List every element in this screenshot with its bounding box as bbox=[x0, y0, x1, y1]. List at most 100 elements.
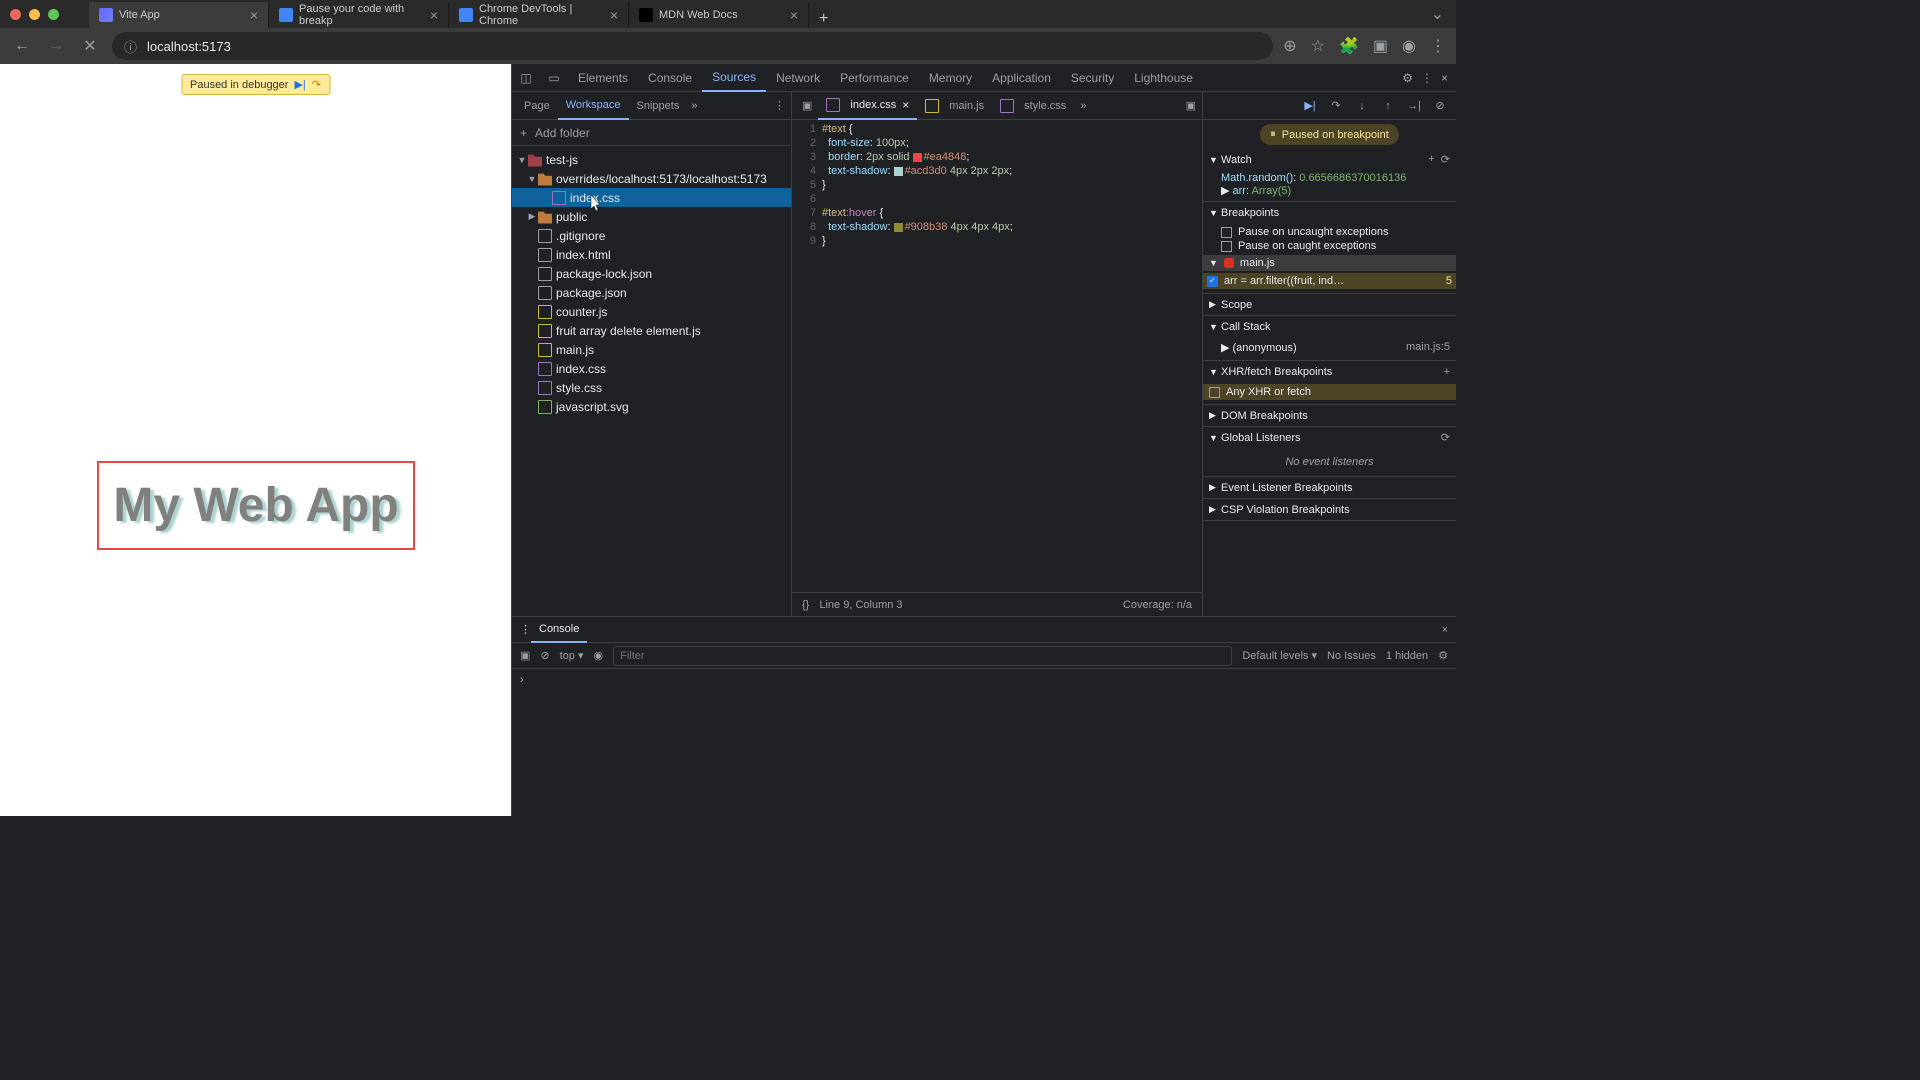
pause-uncaught-checkbox[interactable]: Pause on uncaught exceptions bbox=[1221, 225, 1450, 239]
tree-file[interactable]: javascript.svg bbox=[512, 397, 791, 416]
step-into-button[interactable]: ↓ bbox=[1354, 98, 1370, 114]
tab-network[interactable]: Network bbox=[766, 64, 830, 92]
editor-tab-active[interactable]: index.css × bbox=[818, 92, 917, 120]
tab-sources[interactable]: Sources bbox=[702, 64, 766, 92]
toggle-navigator-icon[interactable]: ▣ bbox=[796, 99, 818, 112]
close-drawer-icon[interactable]: × bbox=[1442, 624, 1448, 636]
tree-file[interactable]: .gitignore bbox=[512, 226, 791, 245]
browser-tab[interactable]: Pause your code with breakp × bbox=[269, 2, 449, 28]
zoom-icon[interactable]: ⊕ bbox=[1283, 36, 1296, 56]
subtab-workspace[interactable]: Workspace bbox=[558, 92, 629, 120]
step-out-button[interactable]: ↑ bbox=[1380, 98, 1396, 114]
tree-folder-overrides[interactable]: ▼overrides/localhost:5173/localhost:5173 bbox=[512, 169, 791, 188]
issues-badge[interactable]: No Issues bbox=[1327, 650, 1376, 662]
code-content[interactable]: #text { font-size: 100px; border: 2px so… bbox=[822, 122, 1202, 592]
close-tab-icon[interactable]: × bbox=[610, 7, 618, 23]
xhr-header[interactable]: ▼XHR/fetch Breakpoints+ bbox=[1203, 361, 1456, 382]
close-tab-icon[interactable]: × bbox=[790, 7, 798, 23]
subtab-menu-icon[interactable]: ⋮ bbox=[774, 99, 785, 112]
device-icon[interactable]: ▭ bbox=[540, 71, 568, 85]
any-xhr-checkbox[interactable]: Any XHR or fetch bbox=[1203, 384, 1456, 400]
dom-header[interactable]: ▶DOM Breakpoints bbox=[1203, 405, 1456, 426]
step-button[interactable]: →| bbox=[1406, 98, 1422, 114]
tree-folder-public[interactable]: ▶public bbox=[512, 207, 791, 226]
minimize-window-button[interactable] bbox=[29, 9, 40, 20]
back-button[interactable]: ← bbox=[10, 34, 34, 58]
tab-application[interactable]: Application bbox=[982, 64, 1061, 92]
code-editor[interactable]: 123456789 #text { font-size: 100px; bord… bbox=[792, 120, 1202, 592]
breakpoint-line[interactable]: arr = arr.filter((fruit, ind…5 bbox=[1203, 273, 1456, 289]
tree-folder-root[interactable]: ▼test-js bbox=[512, 150, 791, 169]
close-tab-icon[interactable]: × bbox=[250, 7, 258, 23]
extensions-icon[interactable]: 🧩 bbox=[1339, 36, 1359, 56]
tab-memory[interactable]: Memory bbox=[919, 64, 982, 92]
tree-file-selected[interactable]: index.css bbox=[512, 188, 791, 207]
tree-file[interactable]: main.js bbox=[512, 340, 791, 359]
settings-icon[interactable]: ⚙ bbox=[1402, 71, 1413, 85]
new-tab-button[interactable]: + bbox=[809, 10, 838, 28]
close-tab-icon[interactable]: × bbox=[902, 98, 909, 112]
tree-file[interactable]: package-lock.json bbox=[512, 264, 791, 283]
add-folder-button[interactable]: + Add folder bbox=[512, 120, 791, 146]
console-body[interactable]: › bbox=[512, 669, 1456, 816]
more-icon[interactable]: ⋮ bbox=[1421, 71, 1433, 85]
tree-file[interactable]: package.json bbox=[512, 283, 791, 302]
live-expression-icon[interactable]: ◉ bbox=[594, 649, 604, 662]
step-icon[interactable]: ↷ bbox=[312, 78, 321, 91]
inspect-icon[interactable]: ◫ bbox=[512, 71, 540, 85]
tab-elements[interactable]: Elements bbox=[568, 64, 638, 92]
profile-icon[interactable]: ◉ bbox=[1402, 36, 1416, 56]
forward-button[interactable]: → bbox=[44, 34, 68, 58]
watch-header[interactable]: ▼Watch+⟳ bbox=[1203, 149, 1456, 170]
tab-security[interactable]: Security bbox=[1061, 64, 1124, 92]
tab-performance[interactable]: Performance bbox=[830, 64, 919, 92]
console-filter-input[interactable] bbox=[613, 646, 1232, 666]
add-watch-icon[interactable]: + bbox=[1428, 153, 1434, 166]
close-tab-icon[interactable]: × bbox=[430, 7, 438, 23]
editor-more-icon[interactable]: ▣ bbox=[1180, 99, 1202, 112]
context-select[interactable]: top ▾ bbox=[560, 649, 584, 662]
breakpoint-file-header[interactable]: ▼main.js bbox=[1203, 255, 1456, 271]
format-icon[interactable]: {} bbox=[802, 599, 809, 611]
refresh-watch-icon[interactable]: ⟳ bbox=[1441, 153, 1450, 166]
reload-button[interactable]: ✕ bbox=[78, 34, 102, 58]
browser-tab-vite[interactable]: Vite App × bbox=[89, 2, 269, 28]
console-settings-icon[interactable]: ⚙ bbox=[1438, 649, 1448, 662]
tab-lighthouse[interactable]: Lighthouse bbox=[1124, 64, 1203, 92]
browser-tab[interactable]: MDN Web Docs × bbox=[629, 2, 809, 28]
maximize-window-button[interactable] bbox=[48, 9, 59, 20]
tree-file[interactable]: style.css bbox=[512, 378, 791, 397]
tree-file[interactable]: index.css bbox=[512, 359, 791, 378]
address-bar[interactable]: ⓘ localhost:5173 bbox=[112, 32, 1273, 60]
deactivate-breakpoints-button[interactable]: ⊘ bbox=[1432, 98, 1448, 114]
tree-file[interactable]: counter.js bbox=[512, 302, 791, 321]
breakpoints-header[interactable]: ▼Breakpoints bbox=[1203, 202, 1456, 223]
log-levels-dropdown[interactable]: Default levels ▾ bbox=[1242, 649, 1317, 662]
menu-icon[interactable]: ⋮ bbox=[1430, 36, 1446, 56]
site-info-icon[interactable]: ⓘ bbox=[124, 37, 137, 56]
console-sidebar-icon[interactable]: ▣ bbox=[520, 649, 530, 662]
subtab-overflow-icon[interactable]: » bbox=[691, 100, 697, 112]
clear-console-icon[interactable]: ⊘ bbox=[540, 649, 549, 662]
close-devtools-icon[interactable]: × bbox=[1441, 71, 1448, 85]
tab-console[interactable]: Console bbox=[638, 64, 702, 92]
subtab-snippets[interactable]: Snippets bbox=[629, 92, 688, 120]
tree-file[interactable]: fruit array delete element.js bbox=[512, 321, 791, 340]
tree-file[interactable]: index.html bbox=[512, 245, 791, 264]
editor-overflow-icon[interactable]: » bbox=[1074, 100, 1092, 112]
side-panel-icon[interactable]: ▣ bbox=[1373, 36, 1388, 56]
browser-tab[interactable]: Chrome DevTools | Chrome × bbox=[449, 2, 629, 28]
csp-header[interactable]: ▶CSP Violation Breakpoints bbox=[1203, 499, 1456, 520]
editor-tab[interactable]: main.js bbox=[917, 92, 992, 120]
console-tab[interactable]: Console bbox=[531, 617, 587, 643]
resume-button[interactable]: ▶| bbox=[1302, 98, 1318, 114]
bookmark-icon[interactable]: ☆ bbox=[1311, 36, 1325, 56]
subtab-page[interactable]: Page bbox=[516, 92, 558, 120]
event-header[interactable]: ▶Event Listener Breakpoints bbox=[1203, 477, 1456, 498]
editor-tab[interactable]: style.css bbox=[992, 92, 1074, 120]
resume-icon[interactable]: ▶| bbox=[294, 78, 305, 91]
close-window-button[interactable] bbox=[10, 9, 21, 20]
step-over-button[interactable]: ↷ bbox=[1328, 98, 1344, 114]
drawer-menu-icon[interactable]: ⋮ bbox=[520, 623, 531, 636]
callstack-header[interactable]: ▼Call Stack bbox=[1203, 316, 1456, 337]
